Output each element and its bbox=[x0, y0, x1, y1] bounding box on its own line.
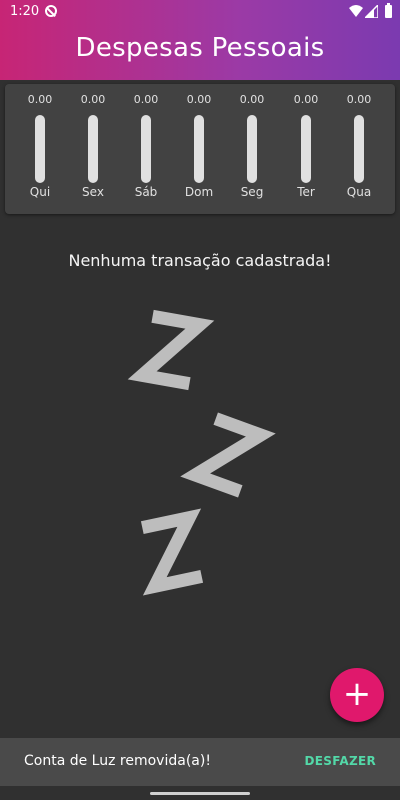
day-label: Ter bbox=[297, 185, 315, 199]
sleeping-zzz-image bbox=[127, 309, 276, 596]
day-value: 0.00 bbox=[133, 93, 159, 106]
day-bar bbox=[88, 115, 98, 183]
day-label: Seg bbox=[240, 185, 264, 199]
day-column: 0.00 Qui bbox=[14, 84, 66, 214]
app-title: Despesas Pessoais bbox=[75, 33, 325, 63]
status-bar: 1:20 bbox=[0, 0, 400, 24]
plus-icon: + bbox=[342, 674, 372, 714]
day-bar bbox=[301, 115, 311, 183]
day-column: 0.00 Sáb bbox=[120, 84, 172, 214]
add-transaction-button[interactable]: + bbox=[330, 668, 384, 722]
wifi-icon bbox=[349, 5, 363, 17]
day-bar bbox=[141, 115, 151, 183]
day-value: 0.00 bbox=[346, 93, 372, 106]
day-bar bbox=[194, 115, 204, 183]
day-column: 0.00 Ter bbox=[280, 84, 332, 214]
day-column: 0.00 Qua bbox=[333, 84, 385, 214]
day-label: Dom bbox=[184, 185, 214, 199]
day-column: 0.00 Sex bbox=[67, 84, 119, 214]
snackbar-message: Conta de Luz removida(a)! bbox=[24, 753, 211, 769]
day-value: 0.00 bbox=[27, 93, 53, 106]
day-bar bbox=[354, 115, 364, 183]
undo-button[interactable]: DESFAZER bbox=[305, 754, 376, 768]
signal-icon bbox=[365, 5, 378, 18]
day-value: 0.00 bbox=[186, 93, 212, 106]
gesture-nav-handle[interactable] bbox=[150, 792, 250, 795]
day-bar bbox=[247, 115, 257, 183]
day-value: 0.00 bbox=[293, 93, 319, 106]
day-bar bbox=[35, 115, 45, 183]
weekly-chart-card: 0.00 Qui 0.00 Sex 0.00 Sáb 0.00 Dom 0.00… bbox=[5, 84, 395, 214]
day-column: 0.00 Dom bbox=[173, 84, 225, 214]
app-notification-icon bbox=[45, 5, 57, 17]
day-label: Sáb bbox=[134, 185, 158, 199]
day-label: Sex bbox=[82, 185, 104, 199]
battery-icon bbox=[385, 3, 392, 18]
status-time: 1:20 bbox=[10, 4, 40, 19]
empty-state-message: Nenhuma transação cadastrada! bbox=[68, 251, 332, 270]
day-value: 0.00 bbox=[239, 93, 265, 106]
day-column: 0.00 Seg bbox=[226, 84, 278, 214]
day-label: Qui bbox=[29, 185, 51, 199]
day-label: Qua bbox=[346, 185, 372, 199]
day-value: 0.00 bbox=[80, 93, 106, 106]
snackbar: Conta de Luz removida(a)! DESFAZER bbox=[0, 738, 400, 786]
